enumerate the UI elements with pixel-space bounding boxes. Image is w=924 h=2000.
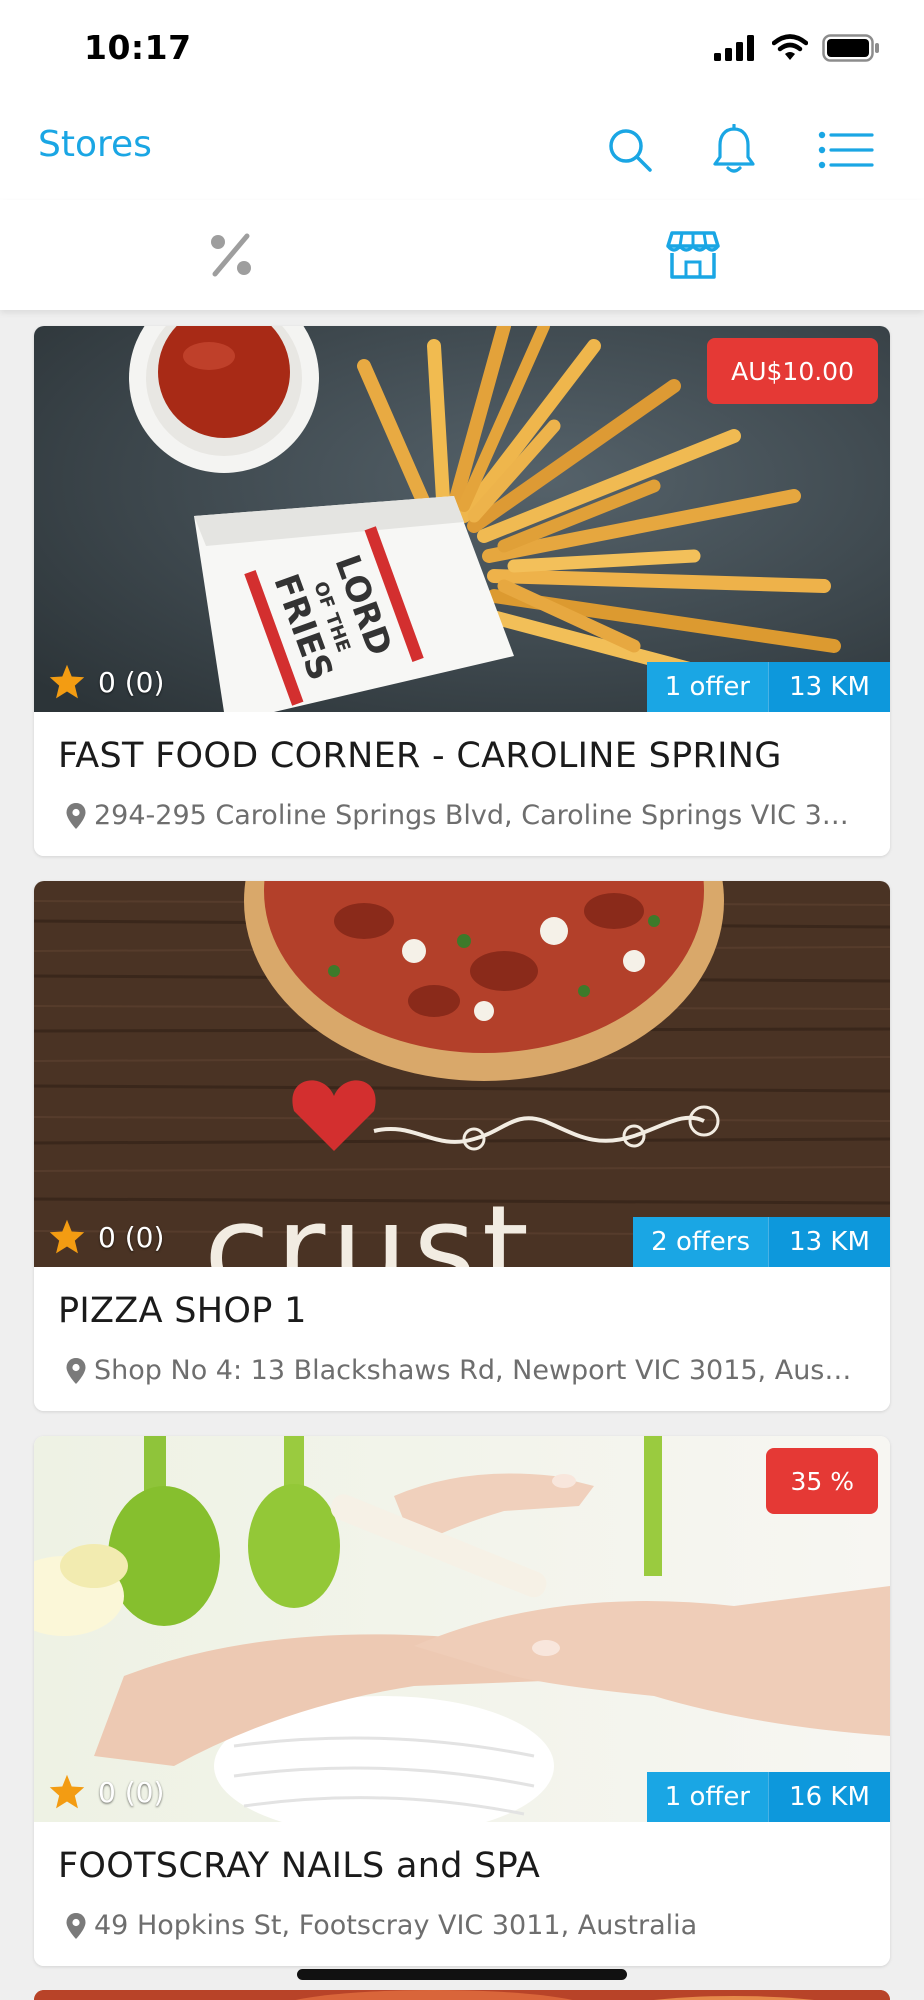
percent-icon [211, 233, 251, 277]
store-address-row: 49 Hopkins St, Footscray VIC 3011, Austr… [66, 1910, 866, 1941]
rating-text: 0 (0) [98, 665, 165, 699]
store-card[interactable]: crust 0 (0) 2 offers 13 KM PIZZA SHOP 1 … [34, 881, 890, 1411]
location-pin-icon [66, 1912, 86, 1939]
store-name: PIZZA SHOP 1 [58, 1291, 307, 1331]
store-icon [666, 231, 720, 279]
rating-text: 0 (0) [98, 1775, 165, 1809]
rating-text: 0 (0) [98, 1220, 165, 1254]
battery-icon [822, 34, 879, 62]
store-card[interactable]: LORD OF THE FRIES AU$10.00 0 (0) 1 offer… [34, 326, 890, 856]
star-icon [49, 664, 85, 699]
tab-bar [0, 200, 924, 310]
location-pin-icon [66, 1357, 86, 1384]
distance-badge: 16 KM [768, 1772, 890, 1822]
store-image: crust 0 (0) 2 offers 13 KM [34, 881, 890, 1267]
signal-icon [714, 35, 754, 61]
store-image: LORD OF THE FRIES AU$10.00 0 (0) 1 offer… [34, 326, 890, 712]
home-indicator[interactable] [297, 1969, 627, 1980]
offers-badge: 2 offers [633, 1217, 768, 1267]
rating: 0 (0) [48, 1219, 164, 1255]
top-app-bar: Stores [0, 100, 924, 200]
rating: 0 (0) [48, 1774, 164, 1810]
star-icon [49, 1774, 85, 1809]
store-card[interactable]: 35 % 0 (0) 1 offer 16 KM FOOTSCRAY NAILS… [34, 1436, 890, 1966]
list-menu-icon [818, 131, 874, 169]
tab-stores[interactable] [462, 200, 924, 310]
store-info: PIZZA SHOP 1 Shop No 4: 13 Blackshaws Rd… [34, 1267, 890, 1411]
search-icon [609, 129, 652, 172]
pizza-photo: crust [34, 881, 890, 1267]
search-button[interactable] [600, 120, 660, 180]
store-info: FAST FOOD CORNER - CAROLINE SPRING 294-2… [34, 712, 890, 856]
location-pin-icon [66, 802, 86, 829]
store-info: FOOTSCRAY NAILS and SPA 49 Hopkins St, F… [34, 1822, 890, 1966]
star-icon [49, 1219, 85, 1254]
store-address-row: Shop No 4: 13 Blackshaws Rd, Newport VIC… [66, 1355, 866, 1386]
store-address: 294-295 Caroline Springs Blvd, Caroline … [94, 800, 854, 831]
page-title: Stores [38, 124, 152, 165]
status-time: 10:17 [84, 28, 192, 67]
offers-badge: 1 offer [646, 662, 768, 712]
status-icons [714, 34, 880, 62]
discount-badge: AU$10.00 [707, 338, 878, 404]
store-address-row: 294-295 Caroline Springs Blvd, Caroline … [66, 800, 866, 831]
store-card-peek[interactable] [34, 1990, 890, 2000]
rating: 0 (0) [48, 664, 164, 700]
store-address: 49 Hopkins St, Footscray VIC 3011, Austr… [94, 1910, 698, 1941]
distance-badge: 13 KM [768, 1217, 890, 1267]
store-name: FAST FOOD CORNER - CAROLINE SPRING [58, 736, 782, 776]
offers-badge: 1 offer [646, 1772, 768, 1822]
wifi-icon [772, 34, 808, 60]
store-sign-text: crust [204, 1181, 535, 1267]
notifications-button[interactable] [704, 120, 764, 180]
status-bar: 10:17 [0, 0, 924, 100]
menu-button[interactable] [816, 120, 876, 180]
store-image: 35 % 0 (0) 1 offer 16 KM [34, 1436, 890, 1822]
discount-badge: 35 % [766, 1448, 878, 1514]
store-address: Shop No 4: 13 Blackshaws Rd, Newport VIC… [94, 1355, 854, 1386]
store-name: FOOTSCRAY NAILS and SPA [58, 1846, 541, 1886]
next-store-image [34, 1990, 890, 2000]
nails-photo [34, 1436, 890, 1822]
bell-icon [713, 124, 755, 173]
distance-badge: 13 KM [768, 662, 890, 712]
tab-offers[interactable] [0, 200, 462, 310]
